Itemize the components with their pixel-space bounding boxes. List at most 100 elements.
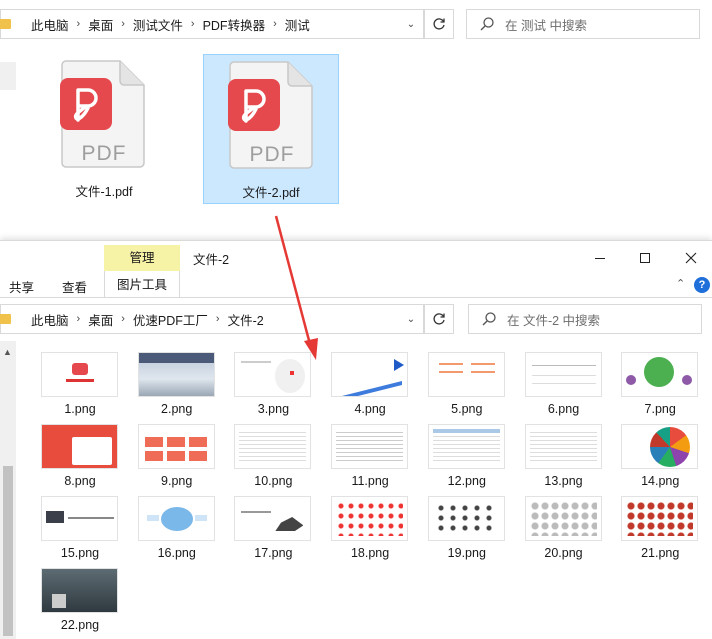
image-thumbnail <box>41 496 118 541</box>
breadcrumb-item-test[interactable]: 测试 <box>281 15 314 34</box>
image-tile[interactable]: 6.png <box>520 348 610 416</box>
vertical-scrollbar[interactable]: ▲ <box>0 341 16 639</box>
thumbnail-graphic <box>46 511 64 523</box>
thumbnail-graphic <box>438 363 463 365</box>
chevron-right-icon[interactable]: › <box>73 18 85 30</box>
thumbnail-graphic <box>338 381 403 396</box>
image-tile[interactable]: 11.png <box>326 420 416 488</box>
image-tile[interactable]: 9.png <box>133 420 223 488</box>
image-tile[interactable]: 18.png <box>326 492 416 560</box>
window-title: 文件-2 <box>193 253 230 267</box>
thumbnail-graphic <box>275 517 304 531</box>
thumbnail-graphic <box>470 363 495 365</box>
maximize-button[interactable] <box>630 245 660 271</box>
image-tile[interactable]: 14.png <box>616 420 706 488</box>
image-thumbnail <box>41 352 118 397</box>
image-tile[interactable]: 10.png <box>229 420 319 488</box>
thumbnail-graphic <box>531 365 596 366</box>
breadcrumb-item-this-pc[interactable]: 此电脑 <box>27 15 73 34</box>
image-tile[interactable]: 17.png <box>229 492 319 560</box>
thumbnail-graphic <box>432 429 500 433</box>
close-button[interactable] <box>676 245 706 271</box>
image-thumbnail <box>234 424 312 469</box>
image-tile[interactable]: 13.png <box>520 420 610 488</box>
address-bar[interactable]: 此电脑 › 桌面 › 测试文件 › PDF转换器 › 测试 ⌄ <box>0 9 424 39</box>
image-tile[interactable]: 19.png <box>423 492 513 560</box>
image-tile[interactable]: 1.png <box>36 348 126 416</box>
file-name: 文件-2.pdf <box>242 186 300 200</box>
chevron-up-icon[interactable]: ⌃ <box>676 277 685 290</box>
address-dropdown-icon[interactable]: ⌄ <box>399 305 423 333</box>
image-tile[interactable]: 22.png <box>36 564 126 632</box>
image-tile[interactable]: 15.png <box>36 492 126 560</box>
minimize-button[interactable] <box>585 245 615 271</box>
svg-text:PDF: PDF <box>250 143 295 166</box>
thumbnail-graphic <box>166 437 185 447</box>
image-tile[interactable]: 7.png <box>616 348 706 416</box>
image-file-name: 9.png <box>161 474 193 488</box>
thumbnail-graphic <box>275 359 306 393</box>
image-tile[interactable]: 16.png <box>133 492 223 560</box>
file-item-2[interactable]: PDF 文件-2.pdf <box>203 54 339 204</box>
tab-view[interactable]: 查看 <box>62 277 87 296</box>
thumbnail-graphic <box>52 594 66 608</box>
thumbnail-graphic <box>644 357 675 387</box>
address-bar[interactable]: 此电脑 › 桌面 › 优速PDF工厂 › 文件-2 ⌄ <box>0 304 424 334</box>
image-file-name: 16.png <box>157 546 196 560</box>
breadcrumb-item-desktop[interactable]: 桌面 <box>84 15 117 34</box>
refresh-button[interactable] <box>424 9 454 39</box>
image-thumbnail <box>427 424 505 469</box>
image-file-name: 22.png <box>60 618 100 632</box>
chevron-right-icon[interactable]: › <box>117 18 129 30</box>
breadcrumb-item-pdf-converter[interactable]: PDF转换器 <box>199 15 270 34</box>
image-tile[interactable]: 8.png <box>36 420 126 488</box>
scrollbar-thumb[interactable] <box>3 466 13 636</box>
thumbnail-graphic <box>146 515 159 521</box>
refresh-button[interactable] <box>424 304 454 334</box>
thumbnail-graphic <box>290 371 295 375</box>
chevron-right-icon[interactable]: › <box>73 313 85 325</box>
breadcrumb-item-pdf-factory[interactable]: 优速PDF工厂 <box>129 310 212 329</box>
search-input[interactable]: 在 文件-2 中搜索 <box>468 304 702 334</box>
search-placeholder: 在 文件-2 中搜索 <box>507 313 601 328</box>
chevron-right-icon[interactable]: › <box>269 18 281 30</box>
image-tile[interactable]: 5.png <box>423 348 513 416</box>
thumbnail-graphic <box>470 371 495 373</box>
breadcrumb-item-test-files[interactable]: 测试文件 <box>129 15 187 34</box>
image-thumbnail <box>524 496 602 541</box>
image-tile[interactable]: 4.png <box>326 348 416 416</box>
chevron-right-icon[interactable]: › <box>187 18 199 30</box>
file-name: 文件-1.pdf <box>75 185 133 199</box>
thumbnail-graphic <box>432 429 500 464</box>
chevron-right-icon[interactable]: › <box>117 313 129 325</box>
image-tile[interactable]: 20.png <box>520 492 610 560</box>
search-input[interactable]: 在 测试 中搜索 <box>466 9 700 39</box>
help-button[interactable]: ? <box>694 277 710 293</box>
image-file-name: 10.png <box>254 474 293 488</box>
thumbnail-graphic <box>68 517 114 519</box>
image-file-name: 18.png <box>350 546 390 560</box>
tab-picture-tools[interactable]: 图片工具 <box>104 271 180 297</box>
breadcrumb-item-file-2[interactable]: 文件-2 <box>224 310 268 329</box>
image-tile[interactable]: 12.png <box>423 420 513 488</box>
image-tile[interactable]: 2.png <box>133 348 223 416</box>
image-file-name: 19.png <box>447 546 486 560</box>
image-tile[interactable]: 3.png <box>229 348 319 416</box>
thumbnail-graphic <box>72 363 88 375</box>
image-file-name: 13.png <box>544 474 583 488</box>
address-dropdown-icon[interactable]: ⌄ <box>399 10 423 38</box>
breadcrumb-item-this-pc[interactable]: 此电脑 <box>27 310 73 329</box>
context-tab-manage[interactable]: 管理 <box>104 245 180 272</box>
image-file-name: 5.png <box>451 402 483 416</box>
thumbnail-graphic <box>166 451 185 461</box>
chevron-right-icon[interactable]: › <box>212 313 224 325</box>
nav-pane-edge <box>0 62 16 90</box>
image-file-name: 14.png <box>641 474 680 488</box>
image-tile[interactable]: 21.png <box>616 492 706 560</box>
image-thumbnail <box>137 496 215 541</box>
file-item-1[interactable]: PDF 文件-1.pdf <box>36 54 172 204</box>
tab-share[interactable]: 共享 <box>9 277 34 296</box>
scroll-up-icon[interactable]: ▲ <box>3 347 12 357</box>
thumbnail-graphic <box>72 437 112 465</box>
breadcrumb-item-desktop[interactable]: 桌面 <box>84 310 117 329</box>
